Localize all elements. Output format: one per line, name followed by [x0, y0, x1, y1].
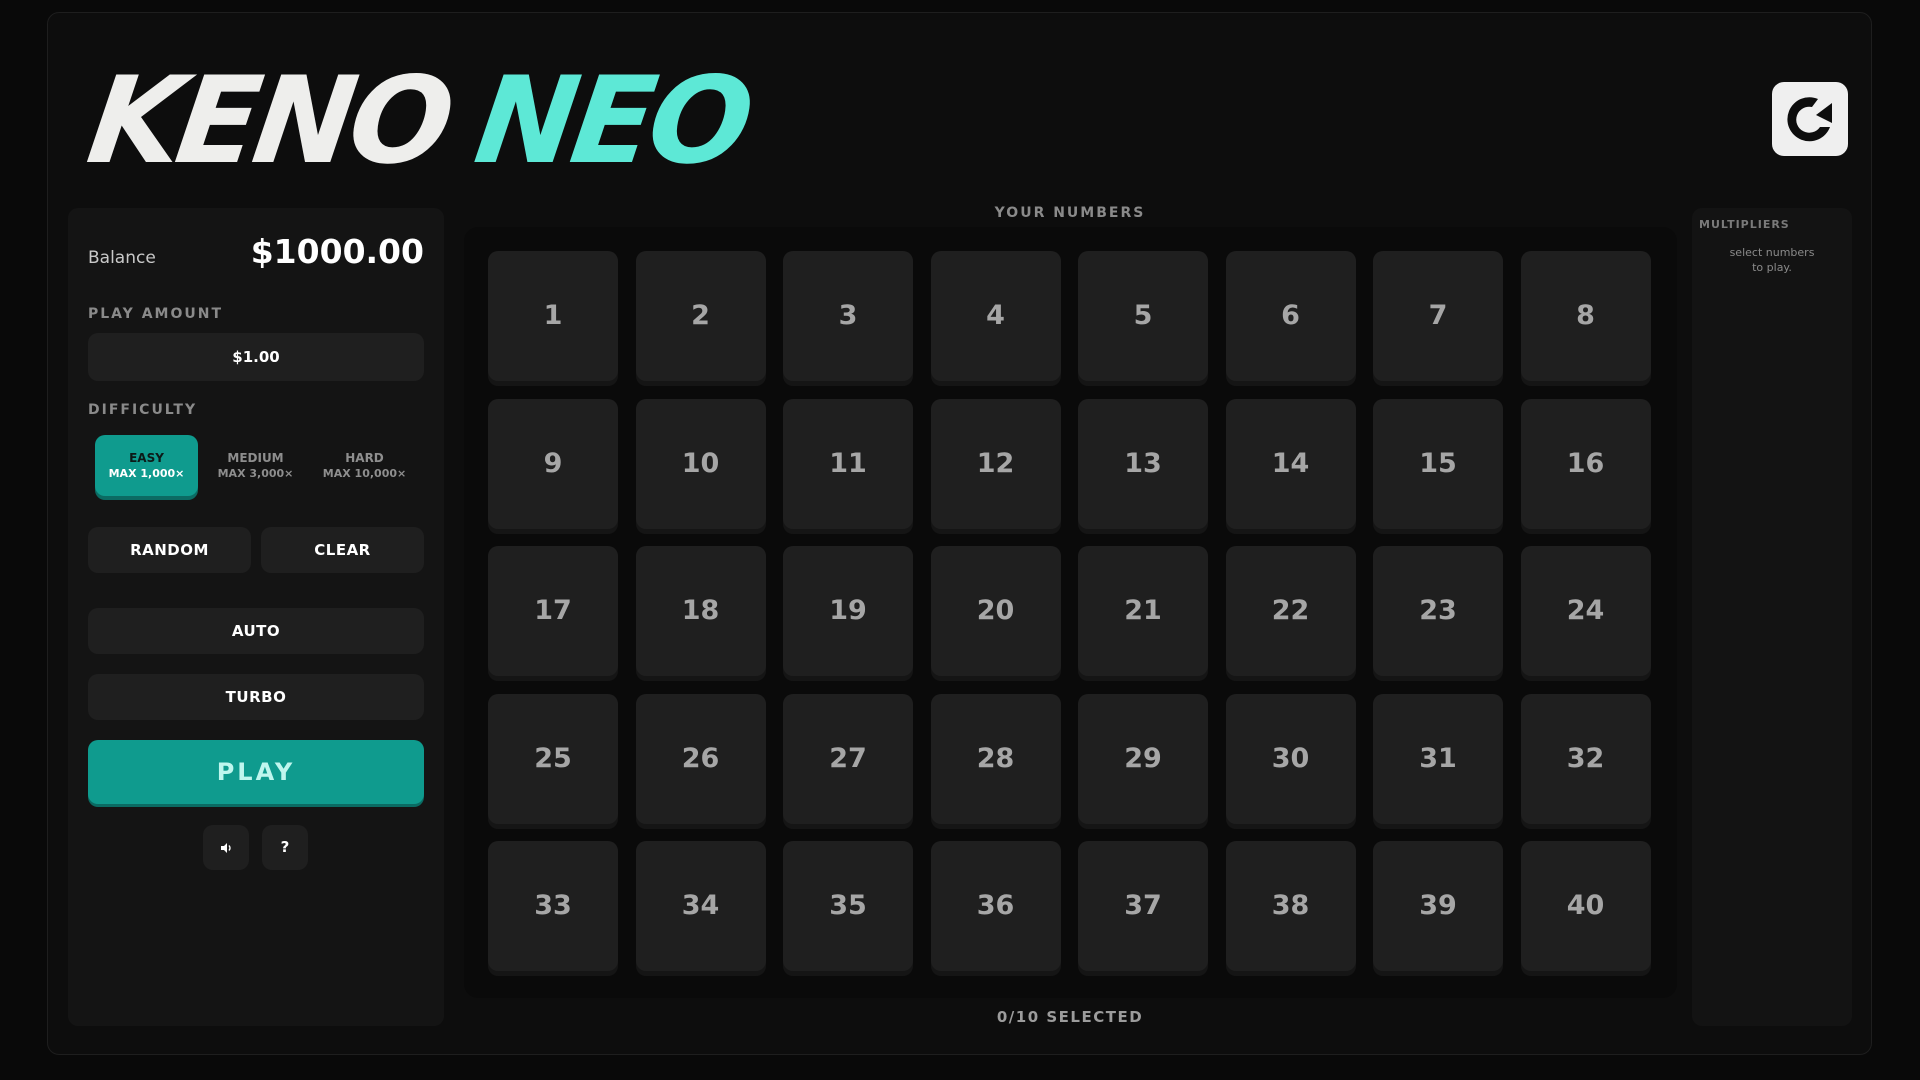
balance-value: $1000.00 — [250, 232, 424, 271]
difficulty-name: MEDIUM — [227, 451, 284, 465]
number-tile-31[interactable]: 31 — [1373, 693, 1503, 824]
difficulty-hard-button[interactable]: HARD MAX 10,000× — [313, 435, 416, 496]
difficulty-max: MAX 3,000× — [217, 467, 294, 480]
number-tile-14[interactable]: 14 — [1225, 398, 1356, 529]
number-tile-9[interactable]: 9 — [488, 398, 618, 529]
number-tile-34[interactable]: 34 — [635, 841, 766, 971]
number-tile-7[interactable]: 7 — [1373, 251, 1503, 381]
number-tile-22[interactable]: 22 — [1225, 546, 1356, 676]
number-tile-18[interactable]: 18 — [635, 546, 766, 676]
number-tile-37[interactable]: 37 — [1078, 841, 1208, 971]
number-tile-28[interactable]: 28 — [930, 693, 1061, 824]
number-tile-30[interactable]: 30 — [1225, 693, 1356, 824]
number-tile-35[interactable]: 35 — [783, 841, 913, 971]
sound-icon — [221, 842, 231, 853]
play-amount-label: PLAY AMOUNT — [88, 306, 223, 322]
difficulty-max: MAX 10,000× — [322, 467, 407, 480]
play-button[interactable]: PLAY — [88, 740, 424, 804]
clear-button[interactable]: CLEAR — [261, 527, 424, 573]
difficulty-name: EASY — [129, 451, 164, 465]
number-tile-21[interactable]: 21 — [1078, 546, 1208, 676]
brand-logo-icon[interactable] — [1772, 82, 1848, 156]
number-tile-33[interactable]: 33 — [488, 841, 618, 971]
number-tile-12[interactable]: 12 — [930, 398, 1061, 529]
number-tile-5[interactable]: 5 — [1078, 251, 1208, 381]
multipliers-hint: select numbers to play. — [1729, 246, 1815, 274]
difficulty-label: DIFFICULTY — [88, 402, 198, 418]
difficulty-max: MAX 1,000× — [108, 467, 185, 480]
number-tile-36[interactable]: 36 — [930, 841, 1061, 971]
difficulty-easy-button[interactable]: EASY MAX 1,000× — [95, 435, 198, 496]
help-button[interactable]: ? — [262, 825, 308, 870]
multipliers-heading: MULTIPLIERS — [1699, 218, 1790, 231]
number-tile-27[interactable]: 27 — [783, 693, 913, 824]
number-tile-40[interactable]: 40 — [1520, 841, 1651, 971]
number-tile-20[interactable]: 20 — [930, 546, 1061, 676]
play-amount-input[interactable]: $1.00 — [88, 333, 424, 381]
game-logo: KENONEO — [80, 52, 756, 191]
control-panel: Balance $1000.00 PLAY AMOUNT $1.00 DIFFI… — [68, 208, 444, 1026]
number-tile-3[interactable]: 3 — [783, 251, 913, 381]
sound-toggle-button[interactable] — [203, 825, 249, 870]
number-tile-23[interactable]: 23 — [1373, 546, 1503, 676]
number-tile-26[interactable]: 26 — [635, 693, 766, 824]
board-heading: YOUR NUMBERS — [994, 205, 1146, 221]
number-tile-24[interactable]: 24 — [1520, 546, 1651, 676]
difficulty-medium-button[interactable]: MEDIUM MAX 3,000× — [204, 435, 307, 496]
number-tile-32[interactable]: 32 — [1520, 693, 1651, 824]
number-tile-1[interactable]: 1 — [488, 251, 618, 381]
number-tile-6[interactable]: 6 — [1225, 251, 1356, 381]
number-tile-17[interactable]: 17 — [488, 546, 618, 676]
number-tile-19[interactable]: 19 — [783, 546, 913, 676]
number-tile-4[interactable]: 4 — [930, 251, 1061, 381]
balance-label: Balance — [88, 248, 156, 268]
turbo-button[interactable]: TURBO — [88, 674, 424, 720]
number-tile-39[interactable]: 39 — [1373, 841, 1503, 971]
logo-word-neo: NEO — [467, 52, 757, 191]
number-tile-38[interactable]: 38 — [1225, 841, 1356, 971]
number-tile-15[interactable]: 15 — [1373, 398, 1503, 529]
auto-button[interactable]: AUTO — [88, 608, 424, 654]
difficulty-name: HARD — [345, 451, 384, 465]
logo-word-keno: KENO — [80, 52, 458, 191]
number-tile-25[interactable]: 25 — [488, 693, 618, 824]
selected-count: 0/10 SELECTED — [996, 1008, 1144, 1026]
multipliers-panel: MULTIPLIERS select numbers to play. — [1692, 208, 1852, 1026]
number-tile-16[interactable]: 16 — [1520, 398, 1651, 529]
number-tile-29[interactable]: 29 — [1078, 693, 1208, 824]
number-tile-11[interactable]: 11 — [783, 398, 913, 529]
number-tile-2[interactable]: 2 — [635, 251, 766, 381]
random-button[interactable]: RANDOM — [88, 527, 251, 573]
number-tile-13[interactable]: 13 — [1078, 398, 1208, 529]
number-tile-10[interactable]: 10 — [635, 398, 766, 529]
number-board: 1 2 3 4 5 6 7 8 9 10 11 12 13 14 15 16 17 18 19 20 21 22 23 24 2… — [464, 227, 1677, 998]
number-tile-8[interactable]: 8 — [1520, 251, 1651, 381]
